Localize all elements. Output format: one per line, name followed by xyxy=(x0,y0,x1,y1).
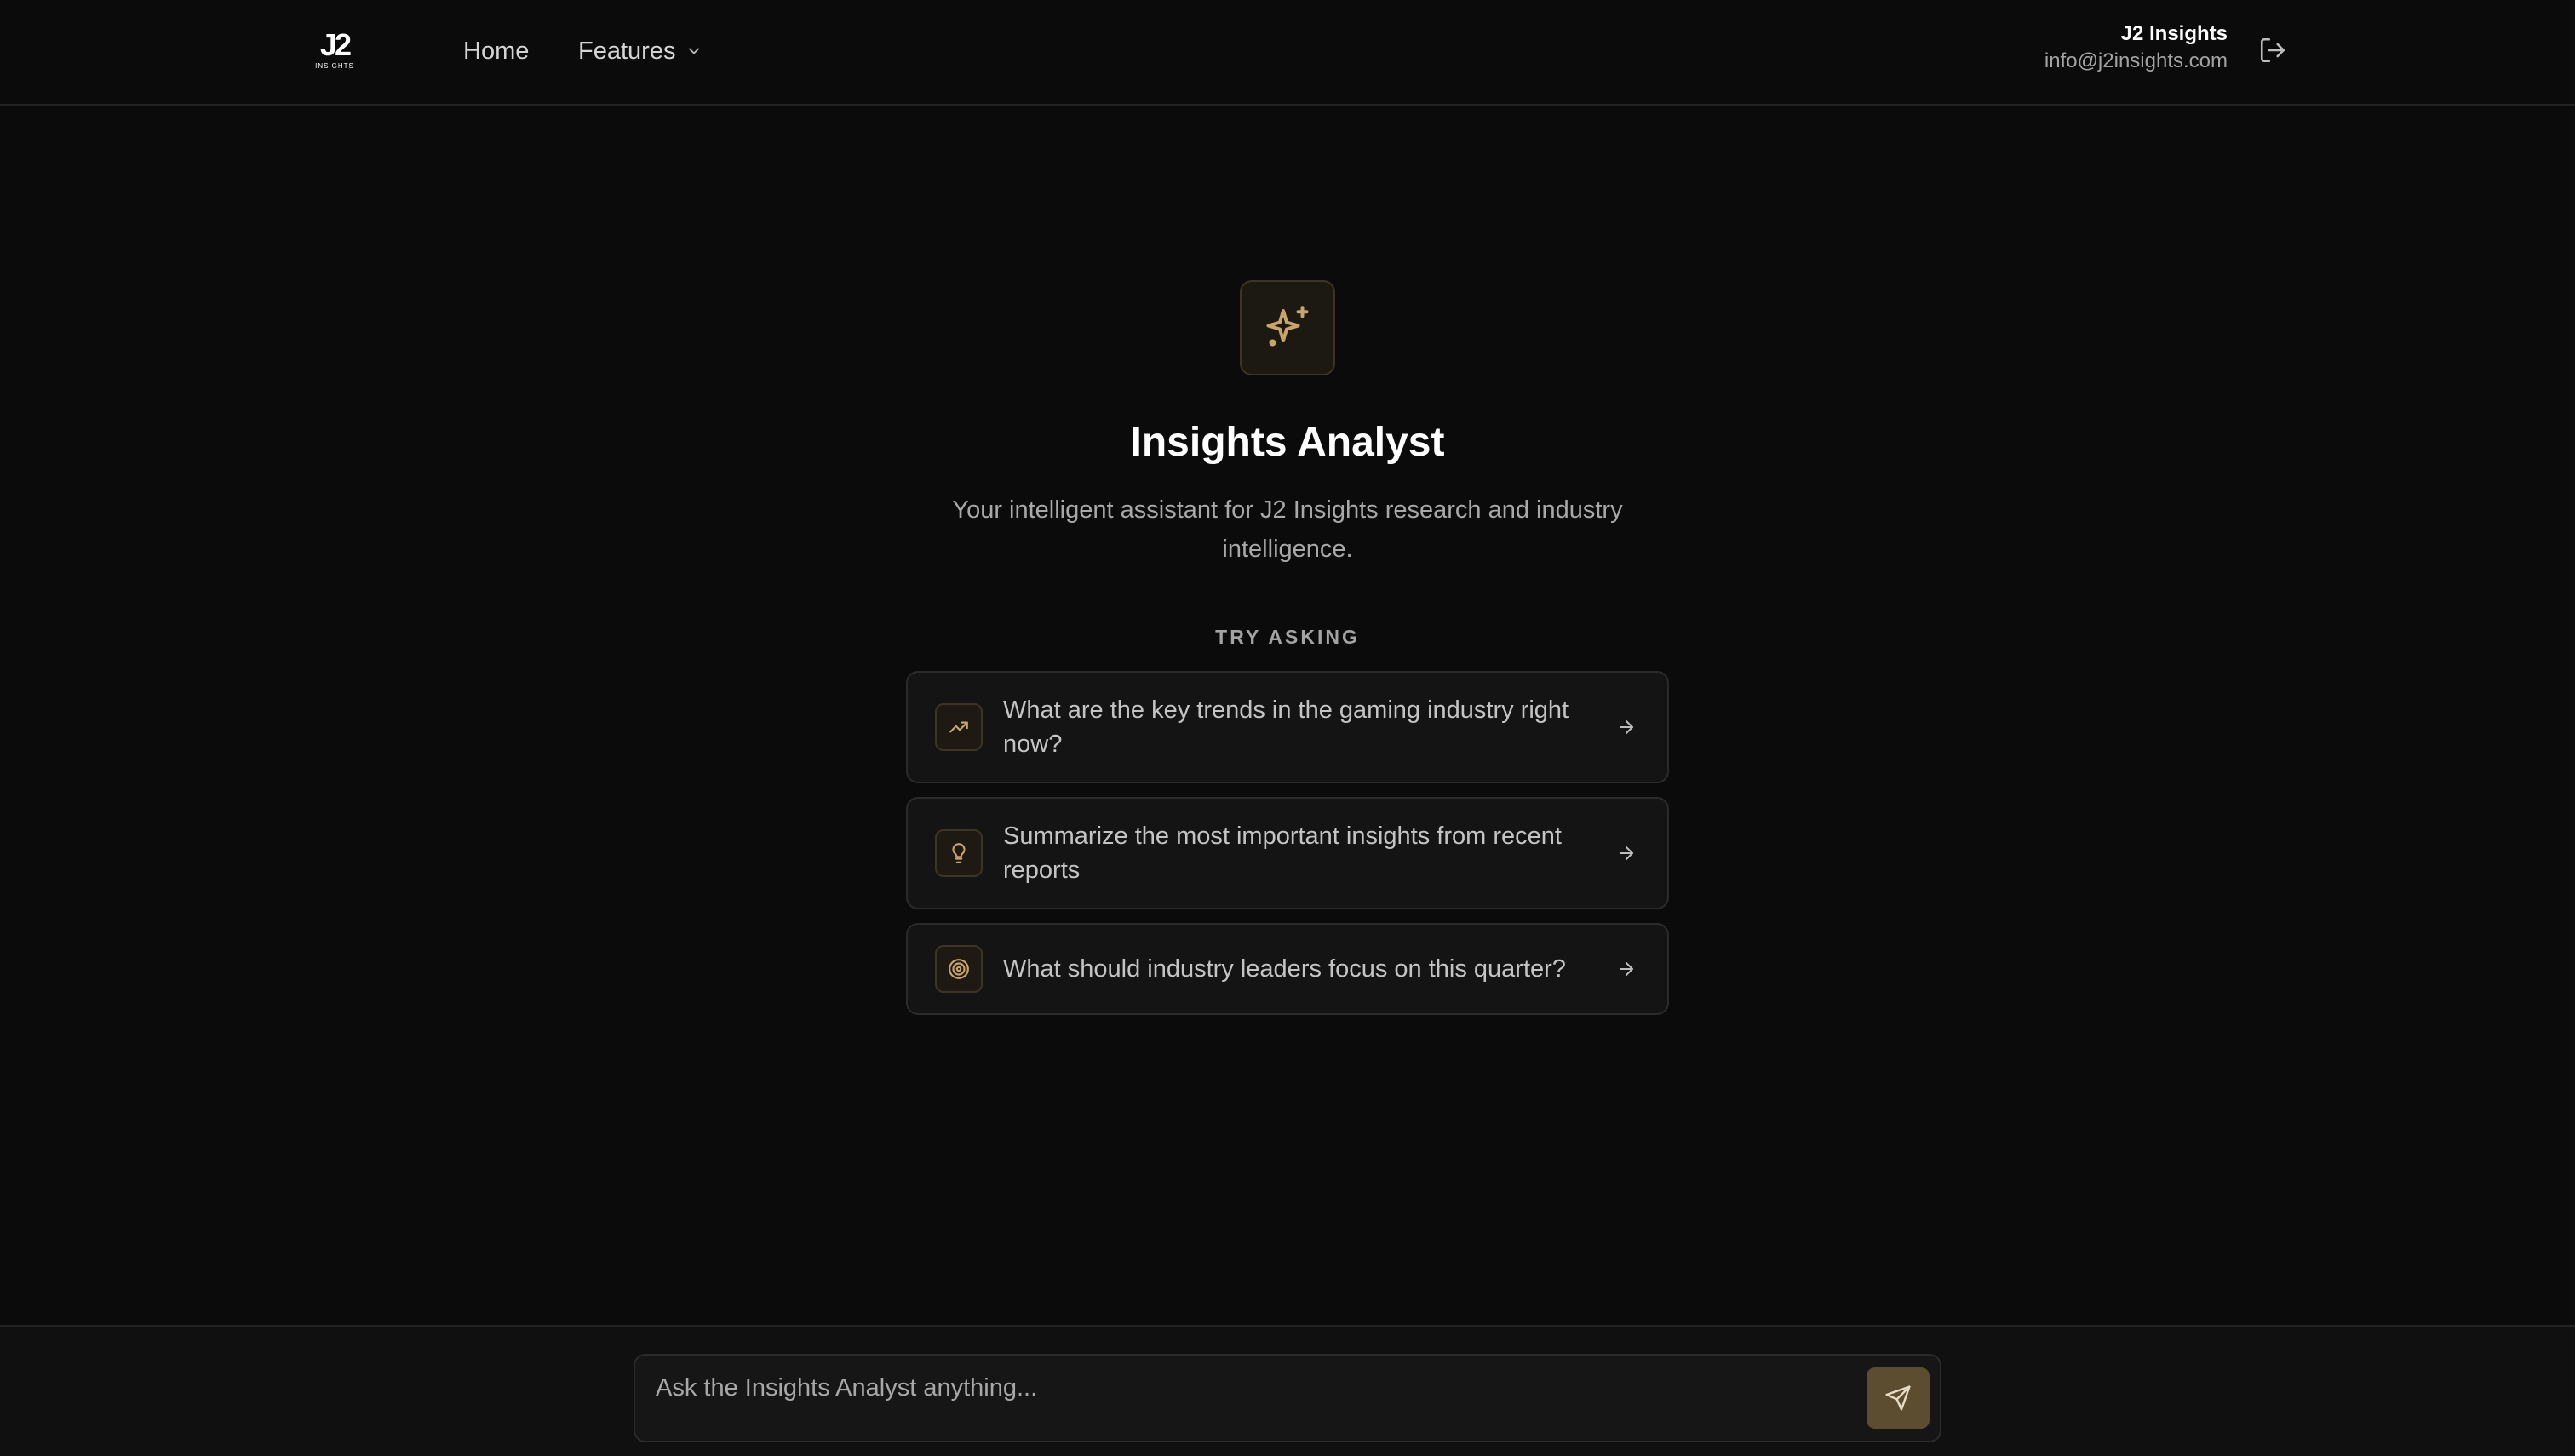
logo-mark: J2 xyxy=(319,27,352,62)
suggestion-card[interactable]: Summarize the most important insights fr… xyxy=(906,797,1669,909)
logo-subtext: INSIGHTS xyxy=(315,62,354,70)
send-button[interactable] xyxy=(1867,1367,1930,1429)
message-input[interactable] xyxy=(656,1371,1848,1405)
try-asking-label: TRY ASKING xyxy=(1215,626,1360,648)
nav-features-label: Features xyxy=(578,37,676,65)
chevron-down-icon xyxy=(689,48,700,54)
nav-features-dropdown[interactable]: Features xyxy=(578,34,703,68)
hero-badge xyxy=(1240,280,1335,375)
message-composer xyxy=(634,1354,1941,1442)
arrow-right-icon xyxy=(1620,846,1633,860)
app-root: J2 INSIGHTS Home Features J2 Insights in… xyxy=(0,0,2575,1456)
suggestion-text: What should industry leaders focus on th… xyxy=(1003,955,1566,983)
suggestion-text: Summarize the most important insights fr… xyxy=(1003,823,1562,884)
suggestion-card[interactable]: What should industry leaders focus on th… xyxy=(906,923,1669,1015)
target-icon xyxy=(949,959,969,979)
sparkles-icon xyxy=(1266,306,1309,347)
suggestion-card[interactable]: What are the key trends in the gaming in… xyxy=(906,671,1669,783)
top-header: J2 INSIGHTS Home Features J2 Insights in… xyxy=(0,0,2575,106)
suggestion-text: What are the key trends in the gaming in… xyxy=(1003,696,1569,758)
trending-up-icon xyxy=(949,721,968,733)
nav-home-link[interactable]: Home xyxy=(463,34,529,68)
lightbulb-icon xyxy=(952,843,966,863)
arrow-right-icon xyxy=(1620,720,1633,734)
user-name: J2 Insights xyxy=(2120,22,2228,45)
suggestion-icon-box xyxy=(935,945,983,993)
logo[interactable]: J2 INSIGHTS xyxy=(315,29,354,72)
suggestion-icon-box xyxy=(935,829,983,877)
page-title: Insights Analyst xyxy=(1130,420,1445,465)
page-subtitle: Your intelligent assistant for J2 Insigh… xyxy=(952,496,1623,563)
user-info: J2 Insights info@j2insights.com xyxy=(2045,20,2228,75)
arrow-right-icon xyxy=(1620,962,1633,976)
suggestion-icon-box xyxy=(935,703,983,751)
logout-icon[interactable] xyxy=(2258,36,2287,65)
user-email: info@j2insights.com xyxy=(2044,49,2228,72)
send-icon xyxy=(1885,1385,1911,1411)
